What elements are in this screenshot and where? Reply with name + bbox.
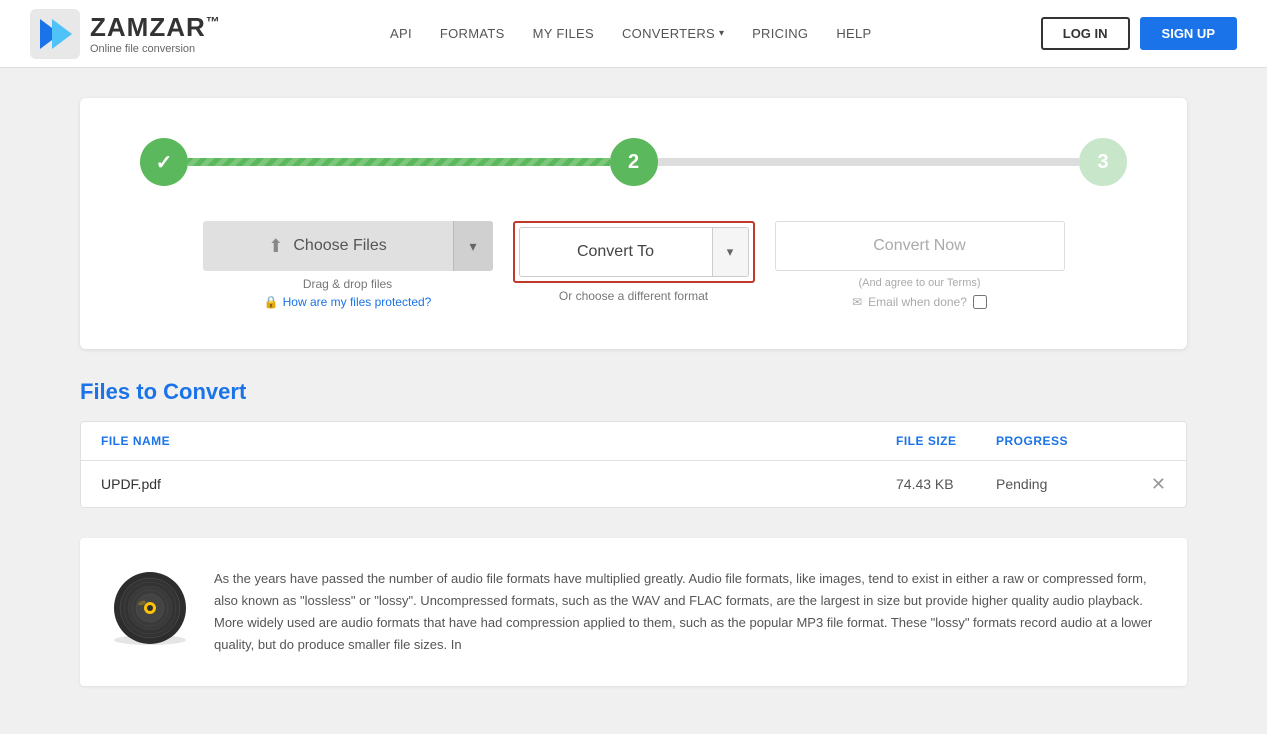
section-title-accent: Convert [163, 379, 246, 404]
step-1-label: ✓ [156, 150, 173, 175]
choose-files-dropdown-icon: ▾ [453, 221, 493, 271]
drag-drop-label: Drag & drop files [303, 277, 392, 291]
upload-icon: ⬆ [268, 236, 283, 257]
choose-files-label: Choose Files [293, 237, 386, 255]
nav-api[interactable]: API [390, 26, 412, 41]
convert-to-highlight-border: Convert To ▾ [513, 221, 755, 283]
file-size-cell: 74.43 KB [896, 476, 996, 492]
col-header-filename: FILE NAME [101, 434, 896, 448]
logo-text: ZAMZAR™ Online file conversion [90, 12, 221, 55]
protection-text: How are my files protected? [283, 295, 432, 309]
info-section: As the years have passed the number of a… [80, 538, 1187, 686]
step-1-circle: ✓ [140, 138, 188, 186]
vinyl-record-image [110, 568, 190, 648]
nav-converters-wrapper[interactable]: CONVERTERS ▾ [622, 26, 724, 41]
nav-my-files[interactable]: MY FILES [533, 26, 594, 41]
controls-row: ⬆ Choose Files ▾ Drag & drop files 🔒 How… [140, 221, 1127, 309]
convert-now-button[interactable]: Convert Now [775, 221, 1065, 271]
convert-to-label: Convert To [520, 243, 712, 261]
col-header-progress: PROGRESS [996, 434, 1126, 448]
choose-files-button[interactable]: ⬆ Choose Files ▾ [203, 221, 493, 271]
convert-to-sub-label: Or choose a different format [559, 289, 708, 303]
main-content: ✓ 2 3 ⬆ Choose Files ▾ [0, 68, 1267, 716]
nav-formats[interactable]: FORMATS [440, 26, 505, 41]
nav-pricing[interactable]: PRICING [752, 26, 808, 41]
step-2-label: 2 [628, 151, 639, 174]
login-button[interactable]: LOG IN [1041, 17, 1130, 50]
email-icon: ✉ [852, 295, 862, 309]
email-checkbox[interactable] [973, 295, 987, 309]
convert-now-group: Convert Now (And agree to our Terms) ✉ E… [775, 221, 1065, 309]
table-row: UPDF.pdf 74.43 KB Pending ✕ [81, 461, 1186, 507]
step-3-circle: 3 [1079, 138, 1127, 186]
section-title-static: Files to [80, 379, 157, 404]
file-action-cell: ✕ [1126, 475, 1166, 493]
convert-to-button[interactable]: Convert To ▾ [519, 227, 749, 277]
convert-to-group: Convert To ▾ Or choose a different forma… [513, 221, 755, 303]
vinyl-record-svg [110, 568, 190, 648]
steps-progress: ✓ 2 3 [140, 138, 1127, 186]
choose-files-group: ⬆ Choose Files ▾ Drag & drop files 🔒 How… [203, 221, 493, 309]
terms-label: (And agree to our Terms) [858, 277, 980, 289]
logo-area: ZAMZAR™ Online file conversion [30, 9, 221, 59]
choose-files-main: ⬆ Choose Files [203, 236, 453, 257]
col-header-filesize: FILE SIZE [896, 434, 996, 448]
main-nav: API FORMATS MY FILES CONVERTERS ▾ PRICIN… [390, 26, 872, 41]
conversion-card: ✓ 2 3 ⬆ Choose Files ▾ [80, 98, 1187, 349]
converters-chevron-icon: ▾ [719, 28, 724, 39]
protection-link[interactable]: 🔒 How are my files protected? [264, 295, 432, 309]
step-line-2 [658, 158, 1080, 166]
email-row: ✉ Email when done? [852, 295, 987, 309]
logo-name: ZAMZAR™ [90, 12, 221, 43]
lock-icon: 🔒 [264, 295, 279, 309]
convert-to-dropdown-icon: ▾ [712, 228, 748, 276]
nav-help[interactable]: HELP [836, 26, 871, 41]
file-progress-cell: Pending [996, 476, 1126, 492]
logo-icon [30, 9, 80, 59]
nav-converters: CONVERTERS [622, 26, 715, 41]
step-line-1 [188, 158, 610, 166]
signup-button[interactable]: SIGN UP [1140, 17, 1237, 50]
logo-tagline: Online file conversion [90, 43, 221, 55]
table-header: FILE NAME FILE SIZE PROGRESS [81, 422, 1186, 461]
remove-file-button[interactable]: ✕ [1151, 475, 1166, 493]
info-text: As the years have passed the number of a… [214, 568, 1157, 656]
step-2-circle: 2 [610, 138, 658, 186]
section-title: Files to Convert [80, 379, 1187, 405]
email-when-done-label: Email when done? [868, 295, 967, 309]
header: ZAMZAR™ Online file conversion API FORMA… [0, 0, 1267, 68]
files-table: FILE NAME FILE SIZE PROGRESS UPDF.pdf 74… [80, 421, 1187, 508]
file-name-cell: UPDF.pdf [101, 476, 896, 492]
nav-buttons: LOG IN SIGN UP [1041, 17, 1237, 50]
step-3-label: 3 [1097, 151, 1108, 174]
